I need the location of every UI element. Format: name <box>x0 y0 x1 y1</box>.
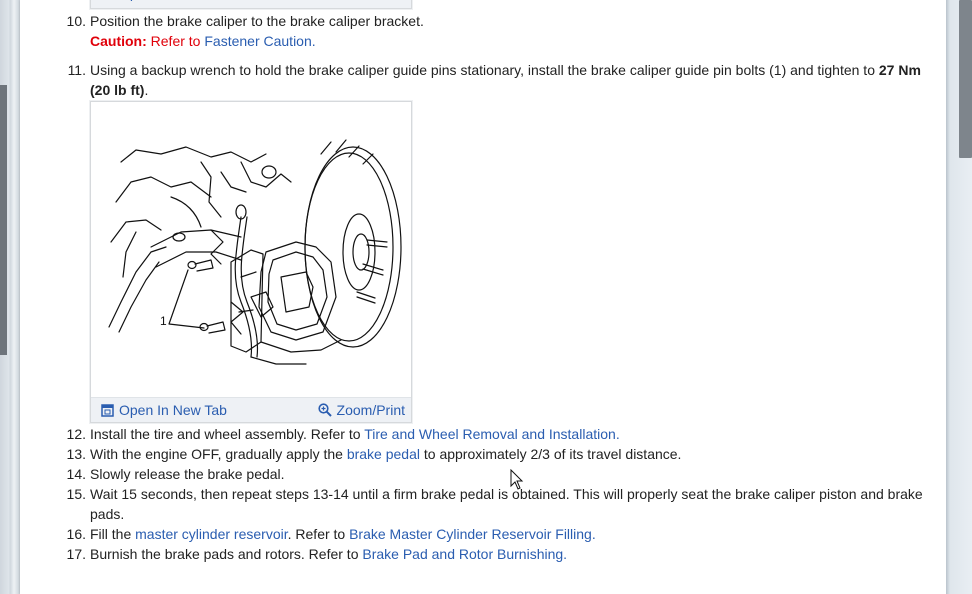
document-content: Open In New Tab Zoom/Print 10. Position … <box>20 0 946 594</box>
right-scrollbar-thumb[interactable] <box>959 0 972 158</box>
caution-text: Refer to <box>150 33 201 49</box>
step-number: 11. <box>67 62 86 78</box>
open-new-tab-icon <box>101 404 114 417</box>
step-number: 10. <box>66 13 86 29</box>
figure-toolbar: Open In New Tab Zoom/Print <box>91 397 411 422</box>
brake-caliper-figure: 1 Open In New Tab Zoom/Print <box>90 101 412 423</box>
master-cylinder-reservoir-link[interactable]: master cylinder reservoir <box>135 526 288 542</box>
right-scrollbar-track[interactable] <box>946 0 972 594</box>
pad-rotor-burnishing-link[interactable]: Brake Pad and Rotor Burnishing <box>362 546 563 562</box>
tire-wheel-removal-link[interactable]: Tire and Wheel Removal and Installation <box>364 426 616 442</box>
step-text: Position the brake caliper to the brake … <box>90 13 424 29</box>
fastener-caution-link[interactable]: Fastener Caution <box>204 33 311 49</box>
left-scrollbar-thumb[interactable] <box>0 85 7 355</box>
left-window-frame <box>0 0 20 594</box>
brake-caliper-illustration[interactable]: 1 <box>91 102 411 397</box>
brake-pedal-link[interactable]: brake pedal <box>347 446 420 462</box>
callout-label-1: 1 <box>160 314 167 328</box>
previous-figure-toolbar: Open In New Tab Zoom/Print <box>91 0 411 8</box>
zoom-icon <box>317 403 332 417</box>
zoom-print-link[interactable]: Zoom/Print <box>317 398 405 422</box>
reservoir-filling-link[interactable]: Brake Master Cylinder Reservoir Filling <box>349 526 592 542</box>
caution-label: Caution: <box>90 33 147 49</box>
mouse-cursor-icon <box>510 469 524 490</box>
open-new-tab-link[interactable]: Open In New Tab <box>101 398 227 422</box>
previous-figure: Open In New Tab Zoom/Print <box>90 0 412 9</box>
